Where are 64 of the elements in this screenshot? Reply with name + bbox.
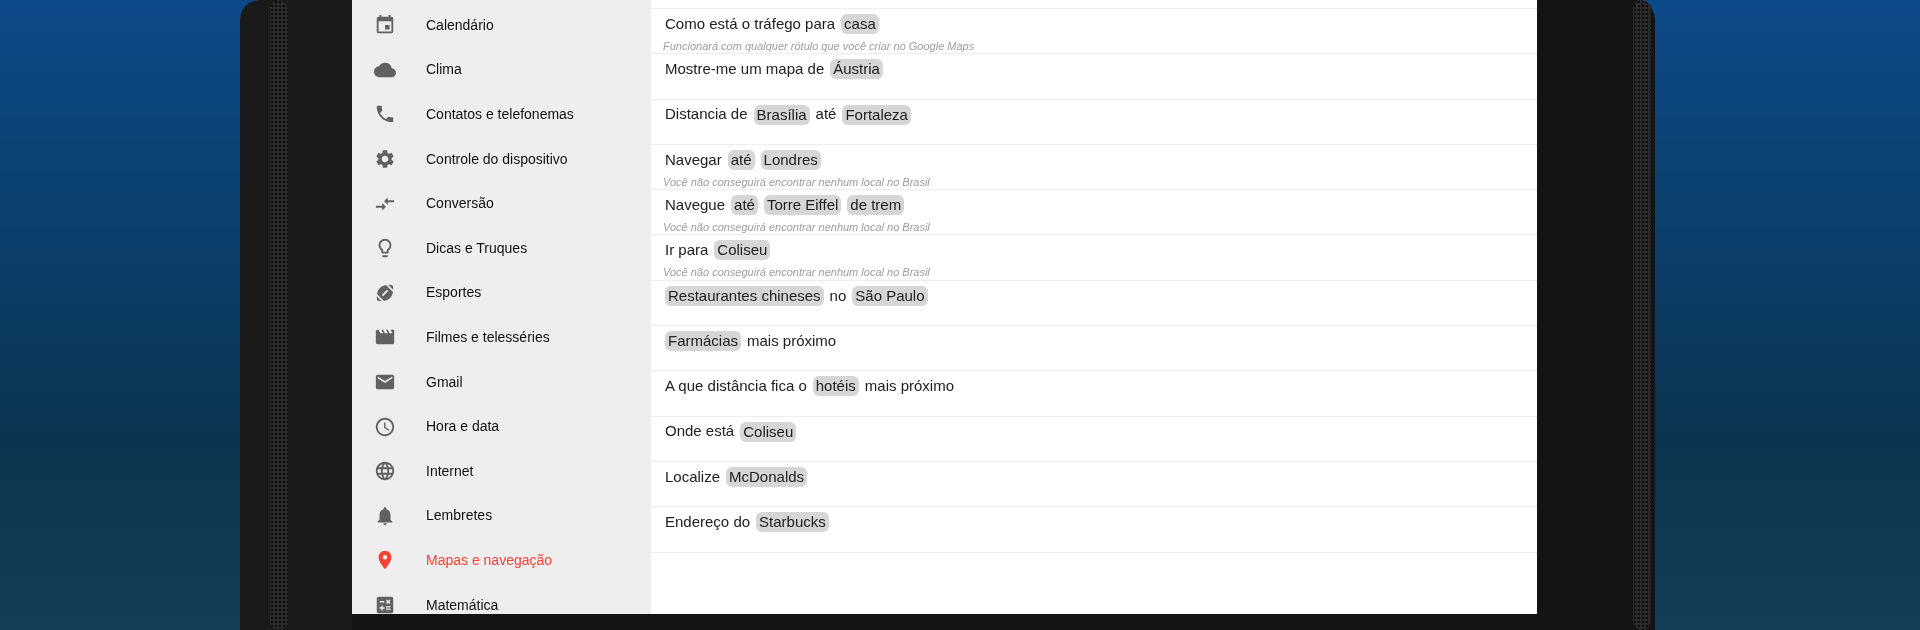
settings-icon [374,148,396,171]
query-row[interactable]: Farmácias mais próximo [651,326,1537,372]
query-text: Ir para [665,240,709,261]
query-text: Navegue [665,194,726,215]
query-text: Onde está [665,421,735,442]
slot-chip: Starbucks [756,512,829,533]
query-text: Mostre-me um mapa de [665,59,825,80]
sidebar-item[interactable]: Dicas e Truques [352,225,651,271]
sidebar-item[interactable]: Internet [352,448,651,494]
slot-chip: Coliseu [714,240,771,261]
sidebar-item[interactable]: Lembretes [352,493,651,539]
hint-text: Você não conseguirá encontrar nenhum local no Brasil [663,220,931,236]
sidebar-item[interactable]: Hora e data [352,404,651,449]
query-text: Endereço do [665,512,751,532]
query-text: A que distância fica o [665,376,807,397]
sidebar-item[interactable]: Gmail [352,359,651,405]
sidebar-item[interactable]: Filmes e telesséries [352,315,651,360]
hint-text: Você não conseguirá encontrar nenhum local no Brasil [663,265,931,281]
slot-chip: Torre Eiffel [763,195,842,216]
slot-chip: até [727,149,755,170]
query-text: até [815,104,837,125]
slot-chip: São Paulo [852,285,928,306]
sidebar-item[interactable]: Clima [352,47,651,93]
query-text: Navegar [665,149,722,170]
clock-icon [374,415,396,438]
globe-icon [374,460,396,483]
query-row[interactable]: Distancia de Brasília até Fortaleza [651,99,1537,145]
query-text: mais próximo [747,330,837,351]
sidebar-item[interactable]: Controle do dispositivo [352,136,651,182]
calculator-icon [374,594,396,614]
slot-chip: Restaurantes chineses [665,285,824,306]
slot-chip: Farmácias [665,331,741,352]
query-text: Distancia de [665,104,748,125]
hint-text: Você não conseguirá encontrar nenhum local no Brasil [663,174,931,190]
sidebar-item[interactable]: Matemática [352,582,651,614]
slot-chip: hotéis [812,376,859,397]
slot-chip: até [731,195,758,216]
sidebar-item[interactable]: Conversão [352,181,651,226]
slot-chip: Coliseu [740,421,797,442]
query-text: no [829,285,847,306]
query-row[interactable]: Onde está Coliseu [651,416,1537,462]
query-row[interactable]: A que distância fica o hotéis mais próximo [651,371,1537,417]
slot-chip: Áustria [830,59,883,80]
hint-text: Funcionará com qualquer rótulo que você criar no Google Maps [663,39,976,54]
sidebar-item[interactable]: Calendário [352,3,651,48]
query-row[interactable]: Ir para Coliseu Você não conseguirá encontrar nenhum local no Brasil [651,235,1537,281]
query-text: Localize [665,466,721,487]
query-text: mais próximo [864,376,954,397]
query-row[interactable]: Mostre-me um mapa de Áustria [651,54,1537,100]
sidebar-item[interactable]: Contatos e telefonemas [352,92,651,137]
query-row[interactable]: Localize McDonalds [651,461,1537,508]
slot-chip: McDonalds [726,466,808,487]
slot-chip: de trem [847,195,905,216]
slot-chip: Londres [760,149,821,170]
query-row[interactable]: Endereço do Starbucks [651,507,1537,553]
sidebar-item[interactable]: Esportes [352,270,651,316]
query-row[interactable]: Restaurantes chineses no São Paulo [651,280,1537,327]
query-row[interactable]: Navegar até Londres Você não conseguirá encontrar nenhum local no Brasil [651,144,1537,191]
slot-chip: casa [841,14,879,34]
slot-chip: Brasília [753,104,810,125]
query-row[interactable]: Como está o tráfego para casa Funcionará com qualquer rótulo que você criar no Google Maps [651,9,1537,55]
query-row[interactable]: Navegue até Torre Eiffel de trem Você não conseguirá encontrar nenhum local no Brasil [651,190,1537,236]
query-text: Como está o tráfego para [665,13,836,34]
slot-chip: Fortaleza [842,104,911,125]
